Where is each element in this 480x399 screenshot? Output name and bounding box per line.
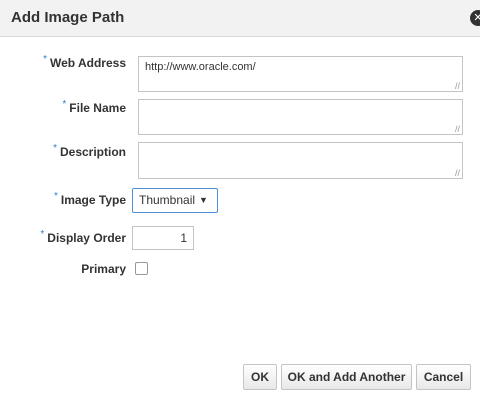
primary-label: Primary <box>81 262 126 276</box>
web-address-value: http://www.oracle.com/ <box>145 61 256 73</box>
file-name-field[interactable]: // <box>138 99 463 135</box>
description-label: * Description <box>53 143 126 159</box>
resize-handle-icon[interactable]: // <box>455 125 460 134</box>
cancel-button[interactable]: Cancel <box>416 364 471 390</box>
image-type-select[interactable]: Thumbnail ▼ <box>132 188 218 213</box>
ok-button[interactable]: OK <box>243 364 277 390</box>
ok-and-add-another-button[interactable]: OK and Add Another <box>281 364 412 390</box>
web-address-label: * Web Address <box>43 54 126 70</box>
primary-checkbox[interactable] <box>135 262 148 275</box>
required-marker: * <box>53 191 58 202</box>
required-marker: * <box>43 54 47 65</box>
dialog-title: Add Image Path <box>11 9 125 26</box>
close-icon[interactable]: ✕ <box>470 10 480 26</box>
display-order-field[interactable]: 1 <box>132 226 194 250</box>
resize-handle-icon[interactable]: // <box>455 82 460 91</box>
required-marker: * <box>40 229 45 240</box>
resize-handle-icon[interactable]: // <box>455 169 460 178</box>
description-field[interactable]: // <box>138 142 463 179</box>
required-marker: * <box>53 143 57 154</box>
dropdown-arrow-icon: ▼ <box>199 195 208 205</box>
image-type-label: * Image Type <box>53 191 126 207</box>
dialog-header: Add Image Path <box>0 0 480 37</box>
web-address-field[interactable]: http://www.oracle.com/ // <box>138 56 463 92</box>
file-name-label: * File Name <box>62 99 126 115</box>
add-image-path-dialog: Add Image Path ✕ * Web Address http://www… <box>0 0 480 399</box>
image-type-value: Thumbnail <box>139 193 196 207</box>
required-marker: * <box>62 99 67 110</box>
display-order-label: * Display Order <box>40 229 126 245</box>
